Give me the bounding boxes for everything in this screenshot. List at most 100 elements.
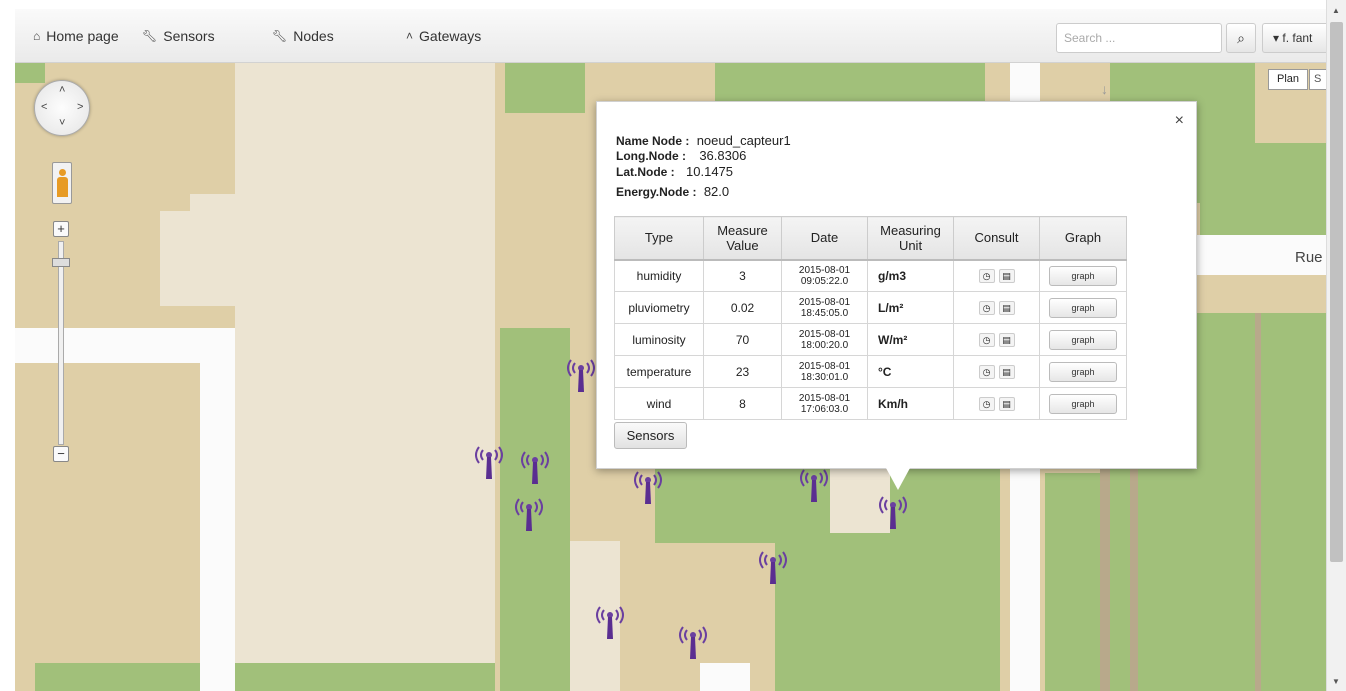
cell-measure-value: 8 bbox=[703, 387, 782, 420]
cell-date: 2015-08-01 18:30:01.0 bbox=[781, 355, 868, 388]
map-type-satellite-button[interactable]: S bbox=[1309, 69, 1326, 90]
node-long-label: Long.Node : bbox=[616, 149, 686, 163]
clock-icon[interactable]: ◷ bbox=[978, 396, 995, 411]
sensor-marker-icon[interactable] bbox=[675, 623, 711, 663]
nav-home[interactable]: ⌂ Home page bbox=[33, 28, 119, 44]
wrench-icon: 🔧︎ bbox=[272, 29, 288, 43]
column-header-graph: Graph bbox=[1039, 216, 1127, 261]
search-input[interactable]: Search ... bbox=[1056, 23, 1222, 53]
node-lat-value: 10.1475 bbox=[686, 164, 734, 179]
cell-measure-value: 70 bbox=[703, 323, 782, 356]
cell-graph: graph bbox=[1039, 355, 1127, 388]
nav-nodes[interactable]: 🔧︎ Nodes bbox=[272, 28, 334, 44]
graph-button[interactable]: graph bbox=[1049, 297, 1117, 318]
graph-button[interactable]: graph bbox=[1049, 393, 1117, 414]
graph-button[interactable]: graph bbox=[1049, 329, 1117, 350]
map-building bbox=[160, 211, 270, 306]
clock-icon[interactable]: ◷ bbox=[978, 332, 995, 347]
search-button[interactable]: ⌕ bbox=[1226, 23, 1256, 53]
folder-icon[interactable]: ▤ bbox=[998, 364, 1015, 379]
sensor-marker-icon[interactable] bbox=[875, 493, 911, 533]
cell-measure-value: 3 bbox=[703, 259, 782, 292]
sensor-marker-icon[interactable] bbox=[511, 495, 547, 535]
cell-type: wind bbox=[614, 387, 704, 420]
zoom-slider-thumb[interactable] bbox=[52, 258, 70, 267]
cell-type: luminosity bbox=[614, 323, 704, 356]
pan-up-icon: ˄ bbox=[59, 84, 66, 96]
search-icon: ⌕ bbox=[1237, 30, 1245, 46]
measurements-table: Type Measure Value Date Measuring Unit C… bbox=[614, 216, 1127, 420]
folder-icon[interactable]: ▤ bbox=[998, 300, 1015, 315]
map-park bbox=[505, 63, 585, 113]
sensor-marker-icon[interactable] bbox=[471, 443, 507, 483]
nav-sensors[interactable]: 🔧︎ Sensors bbox=[142, 28, 215, 44]
zoom-in-button[interactable]: + bbox=[53, 221, 69, 237]
cell-consult: ◷ ▤ bbox=[953, 323, 1040, 356]
sensor-marker-icon[interactable] bbox=[796, 466, 832, 506]
pan-control[interactable]: ˄ ˅ < > bbox=[34, 80, 90, 136]
zoom-slider-track[interactable] bbox=[58, 241, 64, 445]
user-menu-button[interactable]: ▾ f. fant bbox=[1262, 23, 1332, 53]
map-park bbox=[1045, 473, 1105, 691]
table-row: temperature 23 2015-08-01 18:30:01.0 °C ◷ ▤ gra… bbox=[614, 355, 1127, 388]
scrollbar-thumb[interactable] bbox=[1330, 22, 1343, 562]
scroll-down-icon[interactable]: ▼ bbox=[1332, 677, 1340, 686]
arrow-down-icon: ↓ bbox=[1101, 81, 1108, 97]
node-name-value: noeud_capteur1 bbox=[696, 133, 791, 148]
sensor-marker-icon[interactable] bbox=[630, 468, 666, 508]
cell-unit: °C bbox=[867, 355, 954, 388]
cell-unit: Km/h bbox=[867, 387, 954, 420]
map-type-plan-button[interactable]: Plan bbox=[1268, 69, 1308, 90]
cell-date-time: 18:30:01.0 bbox=[800, 371, 849, 383]
sensor-marker-icon[interactable] bbox=[563, 356, 599, 396]
nav-gateways[interactable]: ˄ Gateways bbox=[406, 28, 481, 44]
zoom-out-button[interactable]: − bbox=[53, 446, 69, 462]
cell-type: pluviometry bbox=[614, 291, 704, 324]
nav-nodes-label: Nodes bbox=[293, 28, 334, 44]
home-icon: ⌂ bbox=[33, 29, 41, 43]
map-road bbox=[200, 328, 235, 691]
cell-consult: ◷ ▤ bbox=[953, 387, 1040, 420]
clock-icon[interactable]: ◷ bbox=[978, 364, 995, 379]
cell-consult: ◷ ▤ bbox=[953, 291, 1040, 324]
sensor-marker-icon[interactable] bbox=[592, 603, 628, 643]
page-scrollbar[interactable]: ▲ ▼ bbox=[1326, 0, 1346, 691]
folder-icon[interactable]: ▤ bbox=[998, 269, 1015, 284]
node-long-value: 36.8306 bbox=[699, 148, 747, 163]
cell-date: 2015-08-01 09:05:22.0 bbox=[781, 259, 868, 292]
pan-down-icon: ˅ bbox=[59, 117, 66, 129]
column-header-date: Date bbox=[781, 216, 868, 261]
scroll-up-icon[interactable]: ▲ bbox=[1332, 6, 1340, 15]
cell-date-day: 2015-08-01 bbox=[798, 264, 851, 276]
clock-icon[interactable]: ◷ bbox=[978, 269, 995, 284]
sensor-marker-icon[interactable] bbox=[755, 548, 791, 588]
cell-unit: W/m² bbox=[867, 323, 954, 356]
clock-icon[interactable]: ◷ bbox=[978, 300, 995, 315]
map-road bbox=[700, 663, 750, 691]
graph-button[interactable]: graph bbox=[1049, 361, 1117, 382]
street-label: Rue H bbox=[1295, 249, 1326, 266]
cell-consult: ◷ ▤ bbox=[953, 259, 1040, 292]
cell-graph: graph bbox=[1039, 323, 1127, 356]
folder-icon[interactable]: ▤ bbox=[998, 332, 1015, 347]
sensors-button[interactable]: Sensors bbox=[614, 422, 687, 449]
cell-unit: L/m² bbox=[867, 291, 954, 324]
cell-date-day: 2015-08-01 bbox=[798, 392, 851, 404]
caret-up-icon: ˄ bbox=[406, 29, 414, 43]
pan-right-icon: > bbox=[77, 101, 84, 113]
table-row: luminosity 70 2015-08-01 18:00:20.0 W/m² ◷ ▤ gr… bbox=[614, 323, 1127, 356]
map[interactable]: ↓ Rue H ˄ ˅ < > + − Plan S × bbox=[15, 63, 1326, 691]
map-park bbox=[1200, 143, 1326, 238]
nav-gateways-label: Gateways bbox=[419, 28, 482, 44]
graph-button[interactable]: graph bbox=[1049, 265, 1117, 286]
street-view-pegman-icon[interactable] bbox=[52, 162, 72, 204]
node-info-popup: × Name Node : noeud_capteur1 Long.Node :… bbox=[596, 101, 1197, 469]
close-icon[interactable]: × bbox=[1175, 112, 1184, 130]
map-park bbox=[715, 63, 985, 101]
sensor-marker-icon[interactable] bbox=[517, 448, 553, 488]
node-lat-row: Lat.Node : 10.1475 bbox=[616, 164, 733, 179]
folder-icon[interactable]: ▤ bbox=[998, 396, 1015, 411]
cell-measure-value: 23 bbox=[703, 355, 782, 388]
cell-date-time: 18:00:20.0 bbox=[800, 339, 849, 351]
cell-type: temperature bbox=[614, 355, 704, 388]
